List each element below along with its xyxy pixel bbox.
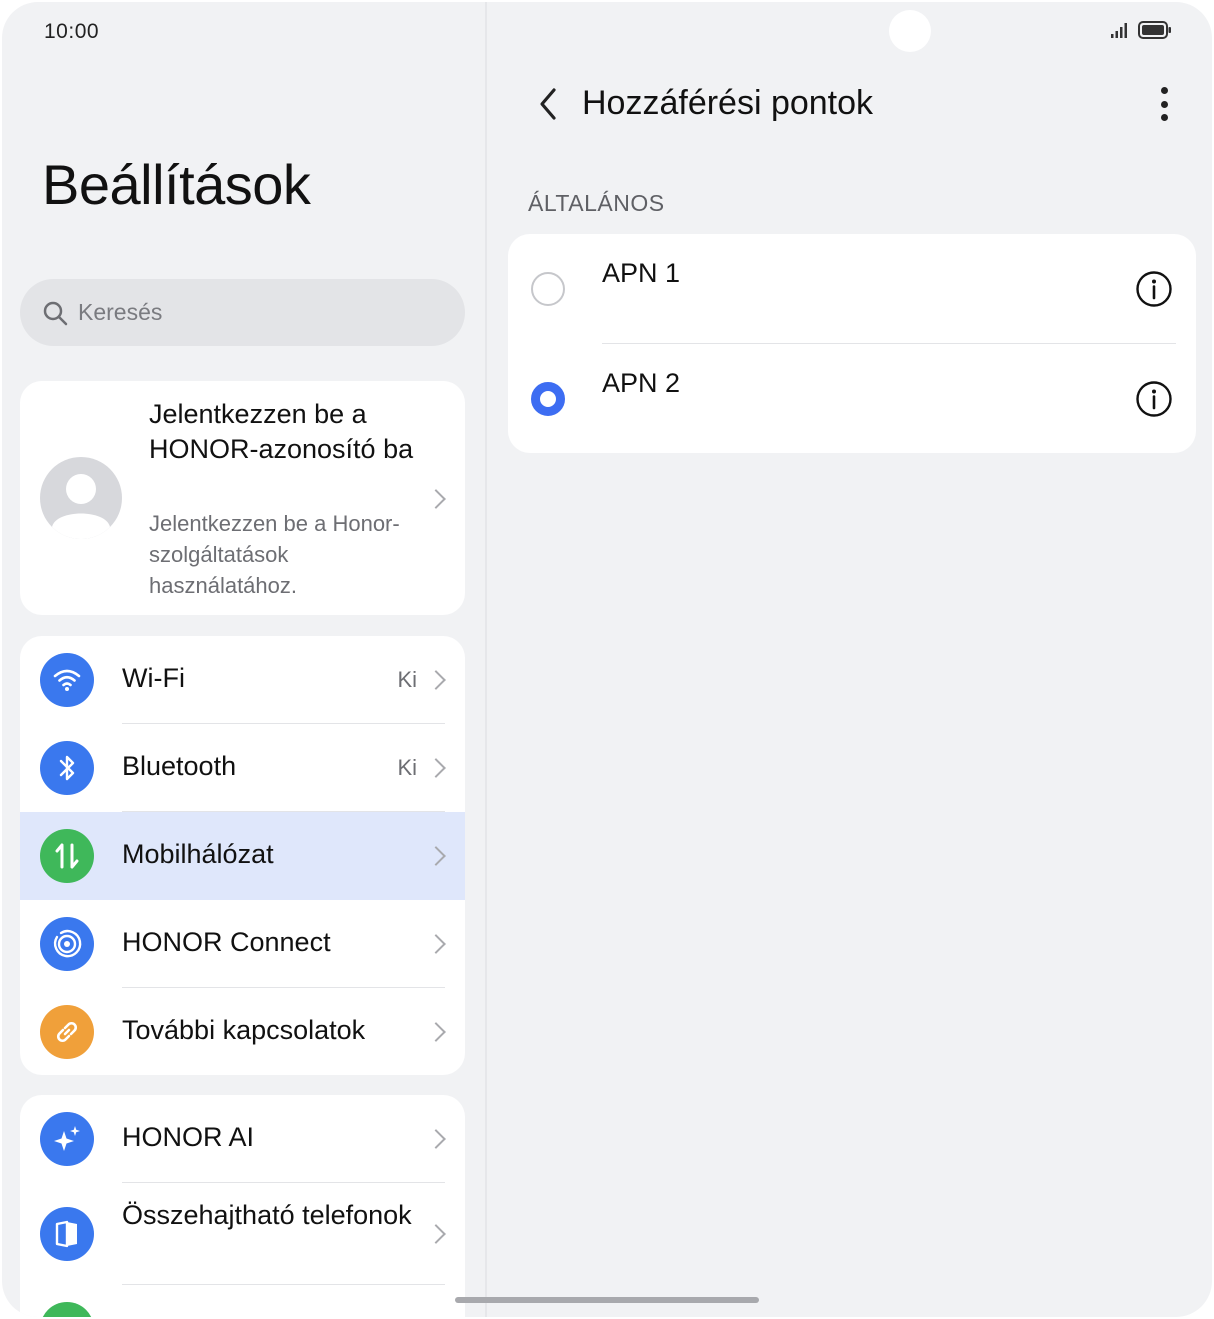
chevron-right-icon	[426, 934, 446, 954]
settings-item-foldable-phones[interactable]: Összehajtható telefonok	[20, 1183, 465, 1285]
more-options-button[interactable]	[1152, 84, 1176, 124]
page-title: Hozzáférési pontok	[582, 84, 874, 122]
settings-item-honor-connect[interactable]: HONOR Connect	[20, 900, 465, 988]
settings-item-wifi[interactable]: Wi-Fi Ki	[20, 636, 465, 724]
settings-item-partial[interactable]	[20, 1285, 465, 1317]
bluetooth-icon	[40, 741, 94, 795]
more-connections-label: További kapcsolatok	[122, 1015, 366, 1045]
chevron-left-icon	[540, 88, 556, 120]
more-dot	[1160, 87, 1168, 94]
account-subtitle: Jelentkezzen be a Honor-szolgáltatások h…	[149, 511, 400, 598]
connectivity-group: Wi-Fi Ki Bluetooth Ki Mobilhálózat HONOR…	[20, 636, 465, 1075]
battery-icon	[1138, 21, 1171, 39]
honor-ai-label: HONOR AI	[122, 1122, 255, 1152]
chevron-right-icon	[426, 1129, 446, 1149]
info-icon[interactable]	[1135, 380, 1173, 418]
avatar	[40, 457, 122, 539]
foldable-phone-icon	[40, 1207, 94, 1261]
chevron-right-icon	[426, 1224, 446, 1244]
avatar-icon	[52, 474, 110, 539]
search-placeholder: Keresés	[78, 299, 163, 325]
features-group: HONOR AI Összehajtható telefonok	[20, 1095, 465, 1317]
chevron-right-icon	[426, 489, 446, 509]
mobile-data-icon	[40, 829, 94, 883]
section-label: ÁLTALÁNOS	[528, 190, 665, 216]
signal-icon	[1111, 23, 1127, 38]
chevron-right-icon	[426, 1022, 446, 1042]
settings-title: Beállítások	[42, 153, 311, 216]
status-time: 10:00	[44, 20, 100, 43]
bluetooth-status: Ki	[397, 755, 417, 780]
apn-name: APN 1	[602, 258, 681, 288]
chevron-right-icon	[426, 670, 446, 690]
more-dot	[1160, 114, 1168, 121]
chevron-right-icon	[426, 758, 446, 778]
home-indicator[interactable]	[455, 1297, 759, 1303]
apn-radio-unselected[interactable]	[531, 272, 565, 306]
account-card[interactable]: Jelentkezzen be a HONOR-azonosító ba Jel…	[20, 381, 465, 615]
apn-list: APN 1 APN 2	[508, 234, 1196, 453]
wifi-icon	[40, 653, 94, 707]
front-camera	[889, 10, 931, 52]
mobile-network-label: Mobilhálózat	[122, 839, 274, 869]
apn-radio-selected[interactable]	[531, 382, 565, 416]
settings-item-more-connections[interactable]: További kapcsolatok	[20, 988, 465, 1075]
more-dot	[1160, 100, 1168, 108]
search-icon	[43, 301, 68, 325]
honor-connect-label: HONOR Connect	[122, 927, 331, 957]
status-icons	[1110, 21, 1172, 39]
settings-item-honor-ai[interactable]: HONOR AI	[20, 1095, 465, 1183]
honor-connect-icon	[40, 917, 94, 971]
search-input[interactable]: Keresés	[20, 279, 465, 346]
settings-item-bluetooth[interactable]: Bluetooth Ki	[20, 724, 465, 812]
apn-item[interactable]: APN 2	[508, 344, 1196, 454]
partial-item-icon	[40, 1302, 94, 1317]
apn-item[interactable]: APN 1	[508, 234, 1196, 344]
link-icon	[40, 1005, 94, 1059]
back-button[interactable]	[532, 84, 572, 124]
sparkle-icon	[40, 1112, 94, 1166]
account-title: Jelentkezzen be a HONOR-azonosító ba	[149, 399, 414, 464]
device-screen: 10:00 Beállítások Keresés Jelentkezzen b…	[2, 2, 1212, 1317]
wifi-status: Ki	[397, 667, 417, 692]
info-icon[interactable]	[1135, 270, 1173, 308]
apn-name: APN 2	[602, 368, 681, 398]
bluetooth-label: Bluetooth	[122, 751, 237, 781]
settings-item-mobile-network[interactable]: Mobilhálózat	[20, 812, 465, 900]
wifi-label: Wi-Fi	[122, 663, 185, 693]
foldable-phones-label: Összehajtható telefonok	[122, 1200, 412, 1230]
chevron-right-icon	[426, 846, 446, 866]
pane-divider	[485, 2, 487, 1317]
